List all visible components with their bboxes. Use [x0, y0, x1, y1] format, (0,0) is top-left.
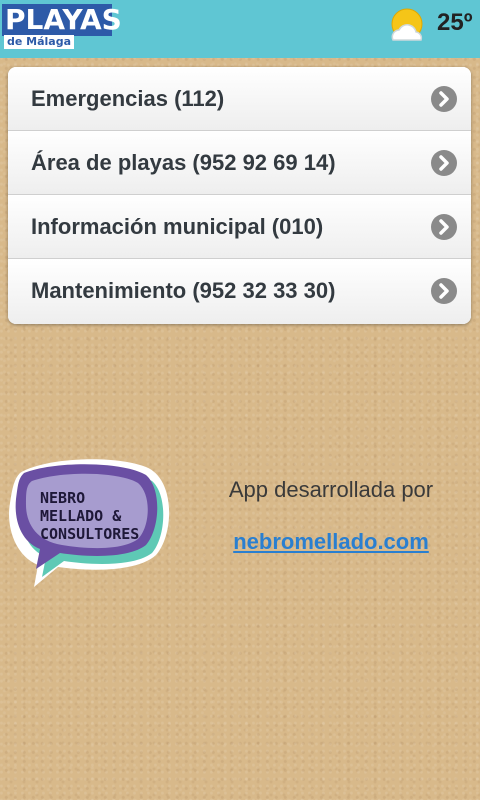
contact-label: Emergencias (112) — [31, 86, 225, 111]
contact-item-emergencias[interactable]: Emergencias (112) — [8, 67, 471, 131]
badge-line-1: NEBRO — [40, 489, 85, 507]
partly-cloudy-icon — [384, 4, 430, 50]
contact-label: Información municipal (010) — [31, 214, 324, 239]
contact-label: Mantenimiento (952 32 33 30) — [31, 278, 336, 303]
chevron-right-icon — [431, 86, 457, 112]
badge-line-3: CONSULTORES — [40, 525, 139, 543]
contact-item-informacion-municipal[interactable]: Información municipal (010) — [8, 195, 471, 259]
developer-link[interactable]: nebromellado.com — [190, 529, 472, 555]
header-bar: PLAYAS de Málaga 25º — [0, 0, 480, 58]
contact-label: Área de playas (952 92 69 14) — [31, 150, 336, 175]
temperature: 25º — [437, 9, 473, 36]
chevron-right-icon — [431, 150, 457, 176]
chevron-right-icon — [431, 214, 457, 240]
logo-subtitle: de Málaga — [4, 35, 75, 49]
developer-badge-logo[interactable]: NEBRO MELLADO & CONSULTORES — [6, 455, 172, 589]
logo-title: PLAYAS — [2, 4, 122, 36]
developed-by-text: App desarrollada por — [228, 477, 434, 502]
badge-line-2: MELLADO & — [40, 507, 122, 525]
contact-item-area-playas[interactable]: Área de playas (952 92 69 14) — [8, 131, 471, 195]
app-logo[interactable]: PLAYAS de Málaga — [2, 4, 122, 49]
chevron-right-icon — [431, 278, 457, 304]
contact-list: Emergencias (112) Área de playas (952 92… — [8, 67, 471, 324]
contact-item-mantenimiento[interactable]: Mantenimiento (952 32 33 30) — [8, 259, 471, 324]
